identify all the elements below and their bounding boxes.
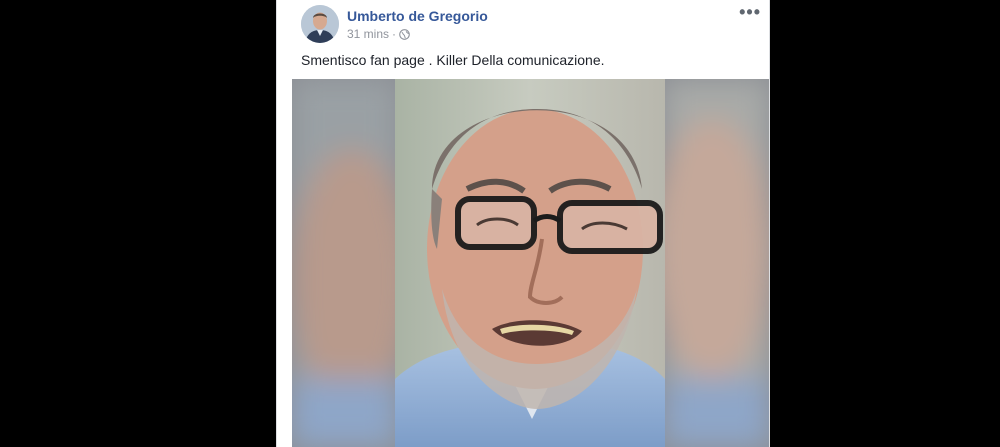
avatar-image xyxy=(301,5,339,43)
globe-icon[interactable] xyxy=(399,28,410,40)
meta-separator: · xyxy=(392,27,397,41)
author-avatar[interactable] xyxy=(301,5,339,43)
author-name-link[interactable]: Umberto de Gregorio xyxy=(347,8,488,24)
facebook-post: Umberto de Gregorio 31 mins · ••• Smenti… xyxy=(276,0,770,447)
post-meta: 31 mins · xyxy=(347,27,410,41)
post-video[interactable] xyxy=(292,79,769,447)
post-timestamp[interactable]: 31 mins xyxy=(347,27,389,41)
more-options-icon[interactable]: ••• xyxy=(739,2,761,23)
post-text: Smentisco fan page . Killer Della comuni… xyxy=(301,52,605,68)
video-frame-image xyxy=(292,79,769,447)
